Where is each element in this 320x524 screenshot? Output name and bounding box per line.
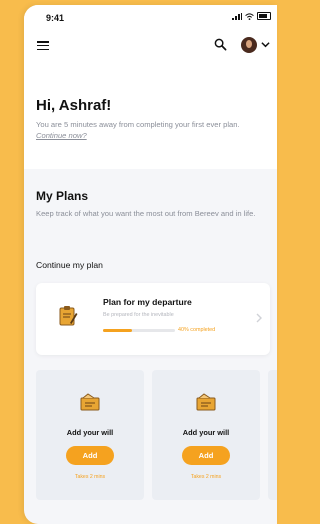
menu-icon[interactable]	[37, 41, 49, 51]
plan-progress-bar	[103, 329, 175, 332]
task-card[interactable]: Add your will Add Takes 2 mins	[152, 370, 260, 500]
task-card-partial[interactable]	[268, 370, 277, 500]
task-time: Takes 2 mins	[74, 474, 106, 480]
greeting-section: Hi, Ashraf! You are 5 minutes away from …	[24, 69, 277, 169]
continue-now-link[interactable]: Continue now?	[36, 131, 87, 140]
plan-progress-label: 40% completed	[178, 327, 216, 333]
add-button[interactable]: Add	[66, 446, 114, 465]
status-icons	[232, 12, 271, 20]
my-plans-description: Keep track of what you want the most out…	[36, 209, 256, 218]
add-button[interactable]: Add	[182, 446, 230, 465]
avatar[interactable]	[241, 37, 257, 53]
clipboard-icon	[59, 306, 78, 326]
plan-progress-fill	[103, 329, 132, 332]
task-title: Add your will	[66, 428, 114, 437]
wifi-icon	[245, 12, 254, 20]
signal-icon	[232, 12, 242, 20]
plan-card[interactable]: Plan for my departure Be prepared for th…	[36, 283, 270, 355]
task-time: Takes 2 mins	[190, 474, 222, 480]
greeting-subtitle: You are 5 minutes away from completing y…	[36, 119, 272, 141]
page-title: Hi, Ashraf!	[36, 97, 112, 114]
plan-subtitle: Be prepared for the inevitable	[103, 312, 174, 318]
phone-screen: 9:41 Hi, Ashraf! You are 5 minutes away	[24, 5, 277, 524]
my-plans-title: My Plans	[36, 189, 89, 203]
folder-icon	[196, 393, 216, 411]
top-bar	[24, 27, 277, 69]
search-icon[interactable]	[214, 38, 227, 51]
chevron-right-icon[interactable]	[256, 313, 262, 323]
task-title: Add your will	[182, 428, 230, 437]
plan-name: Plan for my departure	[103, 297, 192, 307]
status-bar: 9:41	[24, 5, 277, 27]
status-time: 9:41	[46, 13, 65, 23]
chevron-down-icon[interactable]	[261, 41, 270, 48]
task-cards-row: Add your will Add Takes 2 mins Add your …	[36, 370, 277, 500]
battery-icon	[257, 12, 271, 20]
continue-plan-label: Continue my plan	[36, 260, 103, 270]
task-card[interactable]: Add your will Add Takes 2 mins	[36, 370, 144, 500]
greeting-subtitle-text: You are 5 minutes away from completing y…	[36, 120, 240, 129]
folder-icon	[80, 393, 100, 411]
